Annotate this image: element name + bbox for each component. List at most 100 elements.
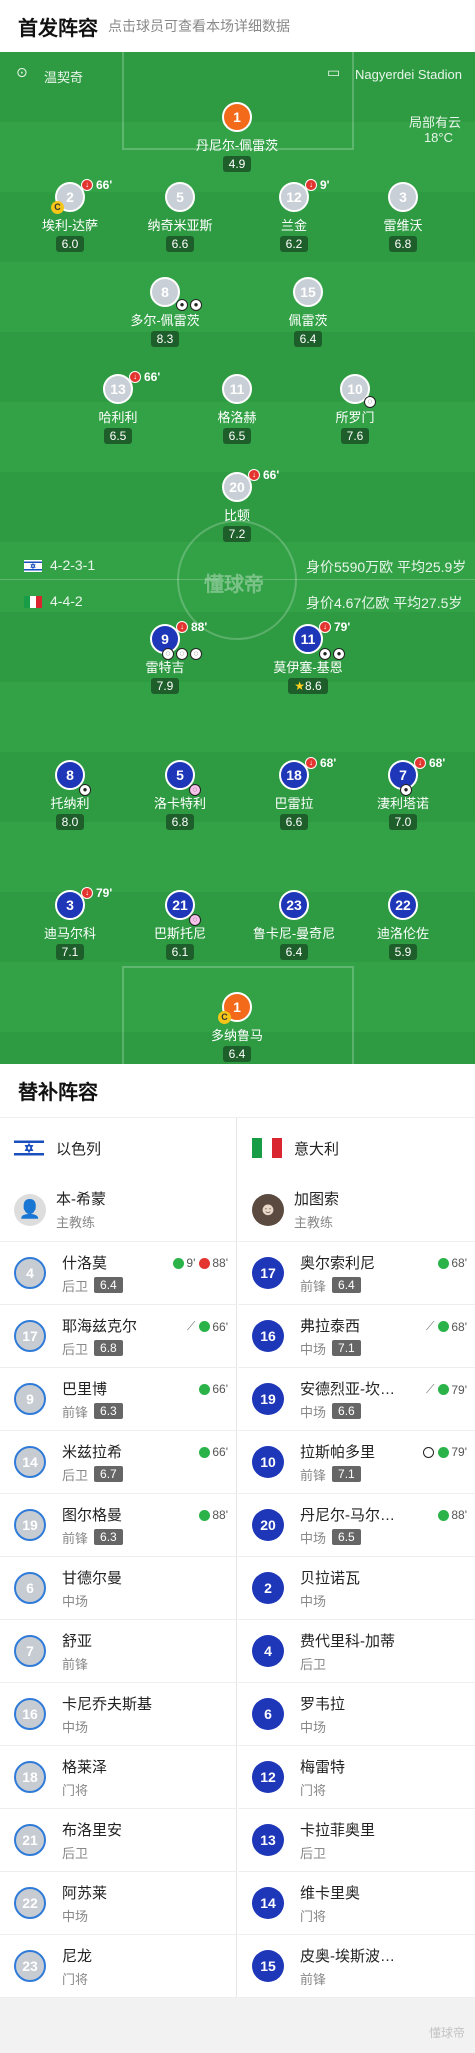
sub-out-icon: ↓ bbox=[129, 371, 141, 383]
sub-player-row[interactable]: 22 阿苏莱 中场 bbox=[0, 1872, 236, 1935]
footer: 懂球帝 bbox=[0, 1998, 475, 2053]
player-name: 卡尼乔夫斯基 bbox=[62, 1695, 153, 1713]
sub-player-row[interactable]: 10 拉斯帕多里 前锋 7.1 79' bbox=[238, 1431, 475, 1494]
player-position: 前锋 bbox=[62, 1530, 89, 1546]
player-israel-5[interactable]: 5 纳奇米亚斯 6.6 bbox=[125, 182, 235, 253]
sub-in-icon bbox=[173, 1257, 185, 1269]
sub-player-row[interactable]: 9 巴里博 前锋 6.3 66' bbox=[0, 1368, 236, 1431]
player-position: 门将 bbox=[62, 1782, 89, 1798]
player-number: 3 bbox=[388, 182, 418, 212]
sub-player-row[interactable]: 16 卡尼乔夫斯基 中场 bbox=[0, 1683, 236, 1746]
goal-icon: ● bbox=[176, 299, 188, 311]
player-rating: 6.4 bbox=[279, 944, 309, 960]
player-number: 8 ● bbox=[55, 760, 91, 796]
sub-player-row[interactable]: 16 弗拉泰西 中场 7.1 ⟋ 68' bbox=[238, 1305, 475, 1368]
sub-player-info: 格莱泽 门将 bbox=[62, 1756, 236, 1799]
sub-player-row[interactable]: 23 尼龙 门将 bbox=[0, 1935, 236, 1998]
sub-player-row[interactable]: 17 耶海兹克尔 后卫 6.8 ⟋ 66' bbox=[0, 1305, 236, 1368]
israel-age-label: 平均25.9岁 bbox=[397, 559, 467, 575]
player-role-line: 后卫 bbox=[300, 1843, 475, 1862]
player-name: 莫伊塞-基恩 bbox=[273, 660, 343, 675]
sub-in-icon bbox=[199, 1321, 211, 1332]
avatar-placeholder-icon: 👤 bbox=[14, 1193, 46, 1226]
player-israel-15[interactable]: 15 佩雷茨 6.4 bbox=[253, 277, 363, 348]
sub-events: ⟋ 79' bbox=[422, 1382, 467, 1397]
player-rating: 4.9 bbox=[222, 156, 252, 172]
player-name: 所罗门 bbox=[335, 410, 375, 425]
sub-player-info: 梅雷特 门将 bbox=[300, 1756, 475, 1799]
sub-player-row[interactable]: 6 罗韦拉 中场 bbox=[238, 1683, 475, 1746]
sub-player-row[interactable]: 2 贝拉诺瓦 中场 bbox=[238, 1557, 475, 1620]
player-israel-20[interactable]: 20 ↓ 66' 比顿 7.2 bbox=[182, 468, 292, 543]
player-number: 12 ↓ 9' bbox=[279, 178, 330, 212]
player-italy-18[interactable]: 18 ↓ 68' 巴雷拉 6.6 bbox=[239, 756, 349, 831]
sub-minute: 66' bbox=[263, 468, 280, 482]
player-number: 22 bbox=[388, 890, 418, 920]
player-number-text: 12 bbox=[286, 189, 302, 205]
player-position: 后卫 bbox=[62, 1341, 89, 1357]
player-name: 迪马尔科 bbox=[43, 926, 96, 941]
sub-out-marker: ↓ 79' bbox=[81, 886, 112, 900]
sub-player-row[interactable]: 19 图尔格曼 前锋 6.3 88' bbox=[0, 1494, 236, 1557]
player-italy-3[interactable]: 3 ↓ 79' 迪马尔科 7.1 bbox=[15, 886, 125, 961]
player-israel-11[interactable]: 11 格洛赫 6.5 bbox=[182, 374, 292, 445]
sub-player-row[interactable]: 18 格莱泽 门将 bbox=[0, 1746, 236, 1809]
italy-value-label: 身价4.67亿欧 bbox=[306, 595, 390, 611]
player-role-line: 后卫 6.4 bbox=[62, 1276, 236, 1295]
player-number: 1 bbox=[222, 102, 252, 132]
sub-player-row[interactable]: 21 布洛里安 后卫 bbox=[0, 1809, 236, 1872]
israel-coach[interactable]: 👤 本-希蒙 主教练 bbox=[0, 1178, 236, 1242]
player-italy-21[interactable]: 21 ◌ 巴斯托尼 6.1 bbox=[125, 890, 235, 961]
sub-out-icon: ↓ bbox=[81, 887, 93, 899]
player-israel-10[interactable]: 10 ◌ 所罗门 7.6 bbox=[300, 374, 410, 445]
sub-player-row[interactable]: 6 甘德尔曼 中场 bbox=[0, 1557, 236, 1620]
player-italy-7[interactable]: 7 ↓ 68' ● 淒利塔诺 7.0 bbox=[348, 756, 458, 831]
player-number: 16 bbox=[252, 1320, 284, 1352]
player-italy-5[interactable]: 5 ◌ 洛卡特利 6.8 bbox=[125, 760, 235, 831]
sub-player-row[interactable]: 14 米兹拉希 后卫 6.7 66' bbox=[0, 1431, 236, 1494]
player-israel-12[interactable]: 12 ↓ 9' 兰金 6.2 bbox=[239, 178, 349, 253]
sub-player-row[interactable]: 20 丹尼尔-马尔… 中场 6.5 88' bbox=[238, 1494, 475, 1557]
player-italy-22[interactable]: 22 迪洛伦佐 5.9 bbox=[348, 890, 458, 961]
israel-value: 身价5590万欧 平均25.9岁 bbox=[306, 557, 466, 577]
sub-events: 79' bbox=[419, 1445, 467, 1459]
player-role-line: 门将 bbox=[300, 1906, 475, 1925]
player-israel-2[interactable]: 2 C ↓ 66' 埃利-达萨 6.0 bbox=[15, 178, 125, 253]
sub-player-info: 布洛里安 后卫 bbox=[62, 1819, 236, 1862]
player-italy-8[interactable]: 8 ● 托纳利 8.0 bbox=[15, 760, 125, 831]
sub-player-row[interactable]: 12 梅雷特 门将 bbox=[238, 1746, 475, 1809]
player-israel-1[interactable]: 1 丹尼尔-佩雷茨 4.9 bbox=[182, 102, 292, 173]
italy-coach[interactable]: ☻ 加图索 主教练 bbox=[238, 1178, 475, 1242]
player-number: 2 C ↓ 66' bbox=[51, 178, 112, 214]
assist-icon: ◌ bbox=[176, 648, 188, 660]
player-number-text: 21 bbox=[172, 897, 188, 913]
player-italy-9[interactable]: 9 ↓ 88' ◌ ◌ ◌ 雷特吉 7.9 bbox=[110, 620, 220, 695]
player-number: 14 bbox=[252, 1887, 284, 1919]
player-italy-11[interactable]: 11 ↓ 79' ● ● 莫伊塞-基恩 ★8.6 bbox=[253, 620, 363, 695]
sub-player-row[interactable]: 7 舒亚 前锋 bbox=[0, 1620, 236, 1683]
player-rating: 7.0 bbox=[388, 814, 418, 830]
sub-player-row[interactable]: 4 什洛莫 后卫 6.4 9' 88' bbox=[0, 1242, 236, 1305]
italy-age-label: 平均27.5岁 bbox=[393, 595, 463, 611]
player-number-text: 10 bbox=[347, 381, 363, 397]
sub-player-row[interactable]: 4 费代里科-加蒂 后卫 bbox=[238, 1620, 475, 1683]
player-rating: 8.0 bbox=[55, 814, 85, 830]
player-number-text: 15 bbox=[300, 284, 316, 300]
israel-value-label: 身价5590万欧 bbox=[306, 559, 394, 575]
sub-player-row[interactable]: 14 维卡里奥 门将 bbox=[238, 1872, 475, 1935]
player-italy-1[interactable]: 1 C 多纳鲁马 6.4 bbox=[182, 992, 292, 1063]
israel-flag-icon bbox=[14, 1138, 44, 1158]
player-number: 8 ● ● bbox=[150, 277, 202, 311]
player-role-line: 前锋 7.1 bbox=[300, 1465, 475, 1484]
player-italy-23[interactable]: 23 鲁卡尼-曼奇尼 6.4 bbox=[239, 890, 349, 961]
sub-in-minute: 79' bbox=[451, 1382, 467, 1397]
player-number-text: 3 bbox=[66, 897, 74, 913]
sub-player-row[interactable]: 15 皮奥-埃斯波… 前锋 bbox=[238, 1935, 475, 1998]
sub-player-row[interactable]: 13 卡拉菲奥里 后卫 bbox=[238, 1809, 475, 1872]
player-israel-8[interactable]: 8 ● ● 多尔-佩雷茨 8.3 bbox=[110, 277, 220, 348]
player-israel-3[interactable]: 3 雷维沃 6.8 bbox=[348, 182, 458, 253]
player-israel-13[interactable]: 13 ↓ 66' 哈利利 6.5 bbox=[63, 370, 173, 445]
sub-player-info: 贝拉诺瓦 中场 bbox=[300, 1567, 475, 1610]
sub-player-row[interactable]: 17 奥尔索利尼 前锋 6.4 68' bbox=[238, 1242, 475, 1305]
sub-player-row[interactable]: 19 安德烈亚-坎… 中场 6.6 ⟋ 79' bbox=[238, 1368, 475, 1431]
